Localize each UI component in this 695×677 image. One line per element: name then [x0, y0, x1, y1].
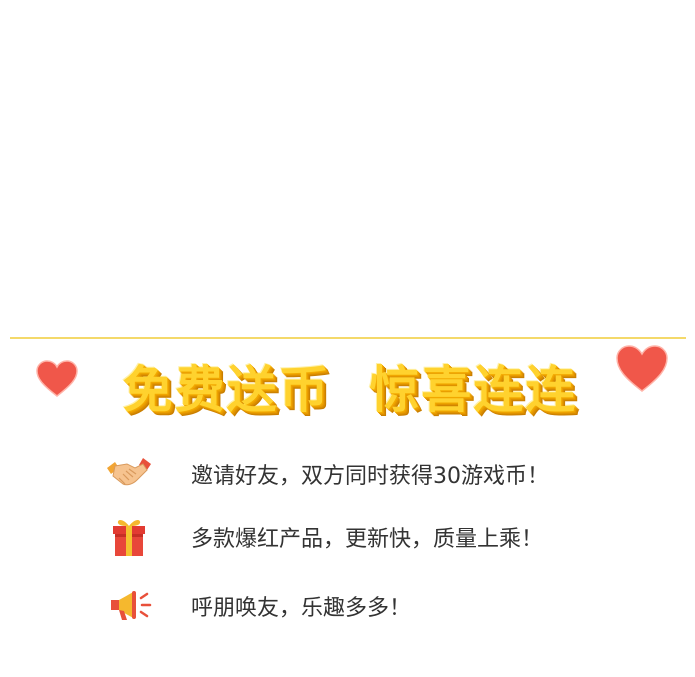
promo-title: 免费送币 惊喜连连: [122, 361, 578, 419]
feature-invite: 邀请好友，双方同时获得30游戏币！: [105, 452, 549, 496]
feature-social-text: 呼朋唤友，乐趣多多！: [191, 596, 412, 621]
promo-banner: 免费送币 惊喜连连: [80, 350, 620, 422]
megaphone-icon: [105, 584, 153, 628]
handshake-icon: [105, 452, 153, 496]
heart-left-icon: [36, 360, 78, 397]
feature-products-text: 多款爆红产品，更新快，质量上乘！: [191, 527, 544, 552]
heart-right-icon: [616, 345, 668, 392]
feature-products: 多款爆红产品，更新快，质量上乘！: [105, 515, 543, 559]
gift-icon: [105, 515, 153, 559]
feature-invite-text: 邀请好友，双方同时获得30游戏币！: [191, 464, 549, 489]
feature-social: 呼朋唤友，乐趣多多！: [105, 584, 411, 628]
section-divider: [10, 337, 686, 339]
